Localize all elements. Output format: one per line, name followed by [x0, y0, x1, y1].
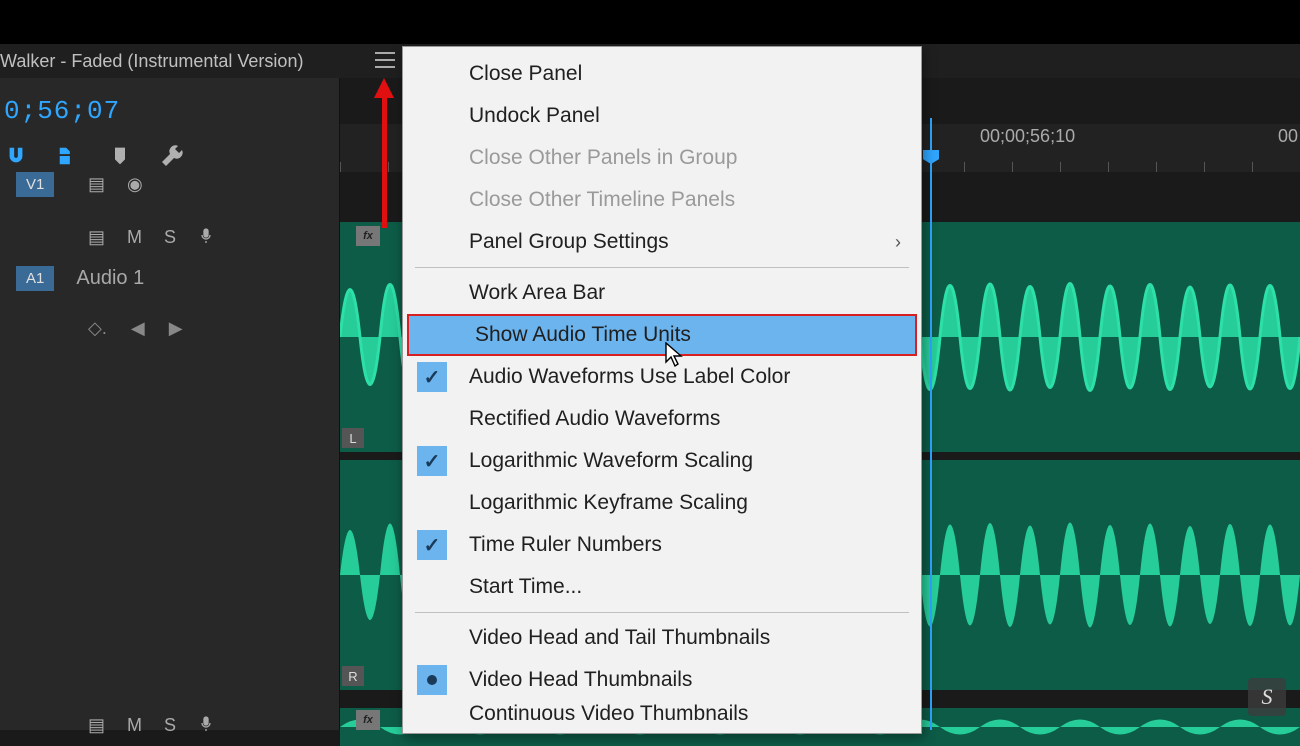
top-region — [0, 0, 1300, 44]
add-keyframe-icon[interactable]: ◇. — [88, 318, 107, 339]
timeline-tools-row — [4, 144, 184, 168]
check-icon: ✓ — [417, 530, 447, 560]
next-keyframe-icon[interactable]: ▶ — [169, 318, 183, 339]
menu-close-panel[interactable]: Close Panel — [403, 53, 921, 95]
menu-continuous-video-thumbs[interactable]: Continuous Video Thumbnails — [403, 701, 921, 727]
v1-controls — [88, 174, 143, 195]
fx-badge[interactable]: fx — [356, 710, 380, 730]
snap-icon[interactable] — [4, 144, 28, 168]
ruler-timecode: 00;00;56;10 — [980, 126, 1075, 147]
menu-show-audio-time-units[interactable]: Show Audio Time Units — [407, 314, 917, 356]
menu-close-other-timeline: Close Other Timeline Panels — [403, 179, 921, 221]
a1-badge[interactable]: A1 — [16, 266, 54, 291]
prev-keyframe-icon[interactable]: ◀ — [131, 318, 145, 339]
menu-time-ruler-numbers[interactable]: ✓ Time Ruler Numbers — [403, 524, 921, 566]
track-header-area: 0;56;07 V1 M S — [0, 78, 340, 730]
ruler-timecode: 00 — [1278, 126, 1298, 147]
toggle-sync-lock-icon[interactable] — [88, 227, 105, 248]
solo-button[interactable]: S — [164, 227, 176, 248]
radio-icon — [417, 665, 447, 695]
check-icon: ✓ — [417, 446, 447, 476]
check-icon: ✓ — [417, 362, 447, 392]
mute-button[interactable]: M — [127, 715, 142, 736]
keyframe-controls: ◇. ◀ ▶ — [88, 318, 183, 339]
settings-wrench-icon[interactable] — [160, 144, 184, 168]
toggle-track-output-icon[interactable] — [127, 174, 143, 195]
menu-rectified-waveforms[interactable]: Rectified Audio Waveforms — [403, 398, 921, 440]
solo-button[interactable]: S — [164, 715, 176, 736]
voice-over-record-icon[interactable] — [198, 712, 214, 739]
menu-panel-group-settings[interactable]: Panel Group Settings › — [403, 221, 921, 263]
v1-badge[interactable]: V1 — [16, 172, 54, 197]
toggle-sync-lock-icon[interactable] — [88, 174, 105, 195]
sequence-tab-title[interactable]: Walker - Faded (Instrumental Version) — [0, 51, 303, 72]
menu-video-head-thumbs[interactable]: Video Head Thumbnails — [403, 659, 921, 701]
menu-separator — [415, 612, 909, 613]
menu-start-time[interactable]: Start Time... — [403, 566, 921, 608]
menu-separator — [415, 267, 909, 268]
fx-badge[interactable]: fx — [356, 226, 380, 246]
menu-video-head-tail-thumbs[interactable]: Video Head and Tail Thumbnails — [403, 617, 921, 659]
watermark-badge: S — [1248, 678, 1286, 716]
audio-track-1-header[interactable]: A1 Audio 1 — [0, 264, 144, 292]
menu-log-waveform-scaling[interactable]: ✓ Logarithmic Waveform Scaling — [403, 440, 921, 482]
marker-icon[interactable] — [108, 144, 132, 168]
menu-work-area-bar[interactable]: Work Area Bar — [403, 272, 921, 314]
playhead[interactable] — [930, 118, 932, 730]
menu-log-keyframe-scaling[interactable]: Logarithmic Keyframe Scaling — [403, 482, 921, 524]
panel-menu-button[interactable] — [375, 52, 395, 68]
linked-selection-icon[interactable] — [56, 144, 80, 168]
video-track-1-header[interactable]: V1 — [0, 170, 54, 198]
menu-close-other-panels: Close Other Panels in Group — [403, 137, 921, 179]
channel-l-badge: L — [342, 428, 364, 448]
annotation-arrow — [378, 78, 390, 228]
voice-over-record-icon[interactable] — [198, 224, 214, 251]
mute-button[interactable]: M — [127, 227, 142, 248]
chevron-right-icon: › — [895, 232, 901, 253]
audio-track-label[interactable]: Audio 1 — [76, 267, 144, 290]
menu-audio-waveforms-label-color[interactable]: ✓ Audio Waveforms Use Label Color — [403, 356, 921, 398]
current-timecode[interactable]: 0;56;07 — [4, 96, 120, 126]
toggle-sync-lock-icon[interactable] — [88, 715, 105, 736]
channel-r-badge: R — [342, 666, 364, 686]
a2-controls: M S — [88, 712, 214, 739]
menu-undock-panel[interactable]: Undock Panel — [403, 95, 921, 137]
a1-controls: M S — [88, 224, 214, 251]
panel-context-menu: Close Panel Undock Panel Close Other Pan… — [402, 46, 922, 734]
